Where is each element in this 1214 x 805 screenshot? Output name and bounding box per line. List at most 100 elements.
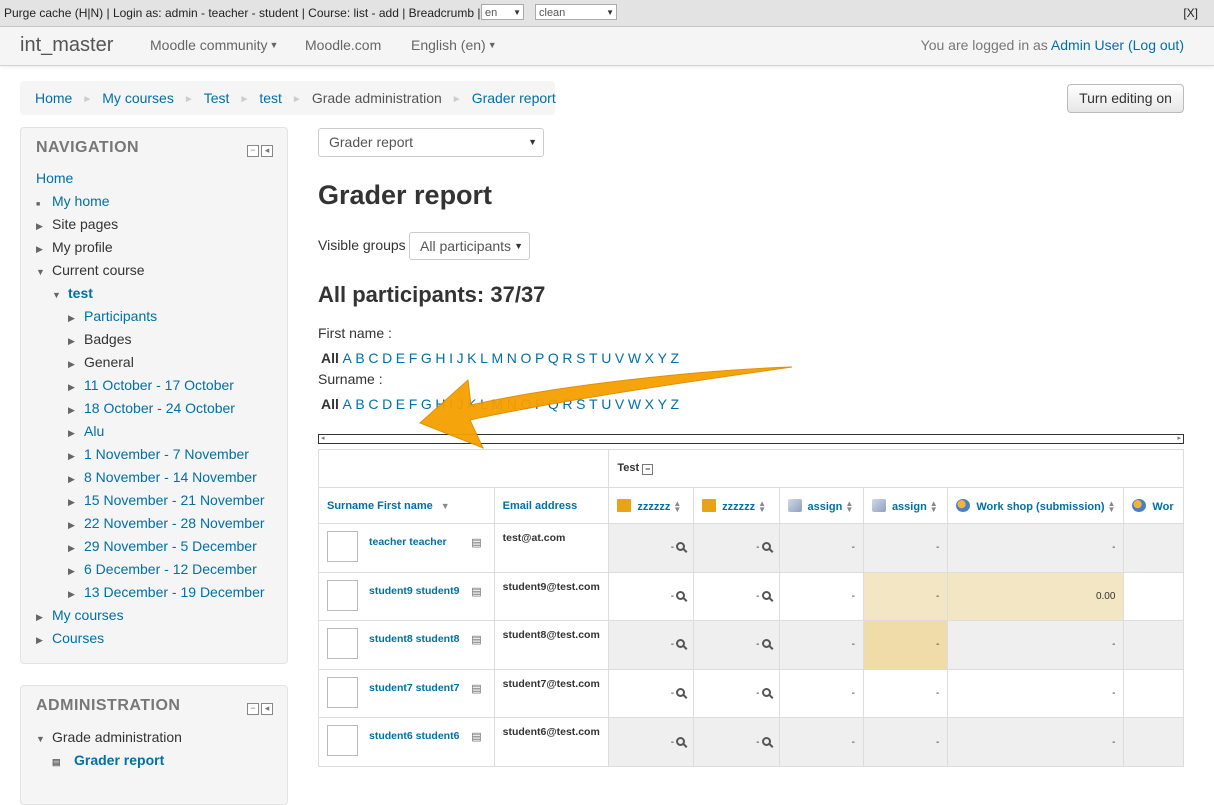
- initial-r[interactable]: R: [562, 350, 572, 366]
- avatar[interactable]: [327, 531, 358, 562]
- user-name-link[interactable]: student6 student6: [369, 730, 459, 742]
- grade-analysis-icon[interactable]: [676, 639, 686, 649]
- user-report-icon[interactable]: ▤: [471, 585, 481, 598]
- site-brand[interactable]: int_master: [20, 34, 113, 57]
- sort-desc-icon[interactable]: ▼: [441, 501, 450, 511]
- grade-analysis-icon[interactable]: [676, 542, 686, 552]
- grade-cell[interactable]: -: [947, 620, 1125, 670]
- initial-v[interactable]: V: [615, 350, 624, 366]
- initial-z[interactable]: Z: [671, 396, 680, 412]
- grade-cell[interactable]: -: [862, 668, 949, 719]
- nav-item-13-december-19-december[interactable]: ▶ 13 December - 19 December: [68, 584, 265, 600]
- initial-m[interactable]: M: [492, 396, 504, 412]
- column-grade-item[interactable]: Work shop (submission) ▲ ▼: [947, 487, 1125, 524]
- grade-cell[interactable]: -: [608, 668, 695, 719]
- grade-analysis-icon[interactable]: [676, 688, 686, 698]
- grade-cell[interactable]: 0.00: [947, 571, 1125, 622]
- user-report-icon[interactable]: ▤: [471, 633, 481, 646]
- initial-k[interactable]: K: [467, 396, 476, 412]
- menu-language[interactable]: English (en) ▼: [411, 37, 497, 53]
- grade-cell[interactable]: -: [862, 717, 949, 767]
- avatar[interactable]: [327, 579, 358, 611]
- initial-o[interactable]: O: [520, 350, 531, 366]
- menu-moodle-community[interactable]: Moodle community ▼: [150, 37, 278, 53]
- initial-t[interactable]: T: [589, 396, 598, 412]
- horizontal-scrollbar[interactable]: ◂ ▸: [318, 434, 1184, 444]
- grade-cell[interactable]: [1123, 523, 1184, 573]
- breadcrumb-grader-report[interactable]: Grader report: [472, 90, 556, 106]
- initial-b[interactable]: B: [355, 350, 364, 366]
- dock-icon[interactable]: ◂: [261, 145, 273, 157]
- initial-r[interactable]: R: [562, 396, 572, 412]
- report-type-select[interactable]: Grader report ▼: [318, 128, 544, 157]
- grade-cell[interactable]: -: [608, 620, 695, 670]
- nav-item-11-october-17-october[interactable]: ▶ 11 October - 17 October: [68, 377, 234, 393]
- user-report-icon[interactable]: ▤: [471, 730, 481, 743]
- initial-c[interactable]: C: [368, 350, 378, 366]
- nav-item-general[interactable]: ▶ General: [68, 354, 134, 370]
- collapse-icon[interactable]: −: [247, 703, 259, 715]
- grade-cell[interactable]: [1123, 571, 1184, 622]
- grade-cell[interactable]: -: [862, 523, 949, 573]
- initial-v[interactable]: V: [615, 396, 624, 412]
- initial-t[interactable]: T: [589, 350, 598, 366]
- initial-f[interactable]: F: [409, 396, 418, 412]
- nav-item-site-pages[interactable]: ▶ Site pages: [36, 216, 118, 232]
- nav-item-current-course[interactable]: ▼ Current course: [36, 262, 145, 278]
- breadcrumb-test-category[interactable]: Test: [204, 90, 230, 106]
- initial-u[interactable]: U: [601, 350, 611, 366]
- initial-k[interactable]: K: [467, 350, 476, 366]
- grade-cell[interactable]: -: [693, 620, 780, 670]
- dev-links[interactable]: Purge cache (H|N) | Login as: admin - te…: [4, 6, 480, 20]
- column-grade-item[interactable]: Wor: [1123, 487, 1184, 524]
- column-grade-item[interactable]: zzzzzz ▲ ▼: [608, 487, 695, 524]
- nav-home[interactable]: Home: [36, 170, 73, 186]
- grade-cell[interactable]: [1123, 620, 1184, 670]
- initial-y[interactable]: Y: [658, 396, 667, 412]
- nav-item-my-profile[interactable]: ▶ My profile: [36, 239, 113, 255]
- user-report-icon[interactable]: ▤: [471, 536, 481, 549]
- grade-cell[interactable]: -: [693, 571, 780, 622]
- initial-e[interactable]: E: [396, 350, 405, 366]
- scroll-left-icon[interactable]: ◂: [321, 434, 325, 442]
- initial-f[interactable]: F: [409, 350, 418, 366]
- initial-p[interactable]: P: [535, 396, 544, 412]
- column-grade-item[interactable]: assign ▲ ▼: [862, 487, 949, 524]
- grade-cell[interactable]: [1123, 668, 1184, 719]
- grade-cell[interactable]: -: [693, 668, 780, 719]
- user-name-link[interactable]: student8 student8: [369, 633, 459, 645]
- initial-a[interactable]: A: [342, 350, 351, 366]
- collapse-icon[interactable]: −: [642, 464, 654, 475]
- grade-cell[interactable]: -: [778, 717, 864, 767]
- nav-item-15-november-21-november[interactable]: ▶ 15 November - 21 November: [68, 492, 265, 508]
- initial-e[interactable]: E: [396, 396, 405, 412]
- grade-analysis-icon[interactable]: [676, 590, 686, 600]
- initial-s[interactable]: S: [576, 396, 585, 412]
- sort-icon[interactable]: ▲ ▼: [673, 499, 681, 513]
- admin-grader-report[interactable]: ▤ Grader report: [52, 752, 164, 768]
- initial-j[interactable]: J: [457, 350, 464, 366]
- column-grade-item[interactable]: zzzzzz ▲ ▼: [693, 487, 780, 524]
- nav-item-29-november-5-december[interactable]: ▶ 29 November - 5 December: [68, 538, 257, 554]
- initial-p[interactable]: P: [535, 350, 544, 366]
- initial-l[interactable]: L: [480, 350, 488, 366]
- nav-item-1-november-7-november[interactable]: ▶ 1 November - 7 November: [68, 446, 249, 462]
- initial-g[interactable]: G: [421, 350, 432, 366]
- visible-groups-select[interactable]: All participants ▼: [409, 232, 530, 260]
- initial-y[interactable]: Y: [658, 350, 667, 366]
- initial-w[interactable]: W: [628, 396, 641, 412]
- grade-cell[interactable]: -: [947, 717, 1125, 767]
- grade-cell[interactable]: -: [693, 717, 780, 767]
- initial-q[interactable]: Q: [548, 396, 559, 412]
- grade-analysis-icon[interactable]: [761, 542, 771, 552]
- grade-cell[interactable]: -: [608, 523, 695, 573]
- initial-w[interactable]: W: [628, 350, 641, 366]
- grade-analysis-icon[interactable]: [761, 590, 771, 600]
- grade-cell[interactable]: -: [608, 717, 695, 767]
- initial-l[interactable]: L: [480, 396, 488, 412]
- close-toolbar-button[interactable]: [X]: [1183, 6, 1198, 20]
- grade-cell[interactable]: [1123, 717, 1184, 767]
- nav-item-6-december-12-december[interactable]: ▶ 6 December - 12 December: [68, 561, 257, 577]
- avatar[interactable]: [327, 725, 358, 757]
- grade-analysis-icon[interactable]: [676, 736, 686, 746]
